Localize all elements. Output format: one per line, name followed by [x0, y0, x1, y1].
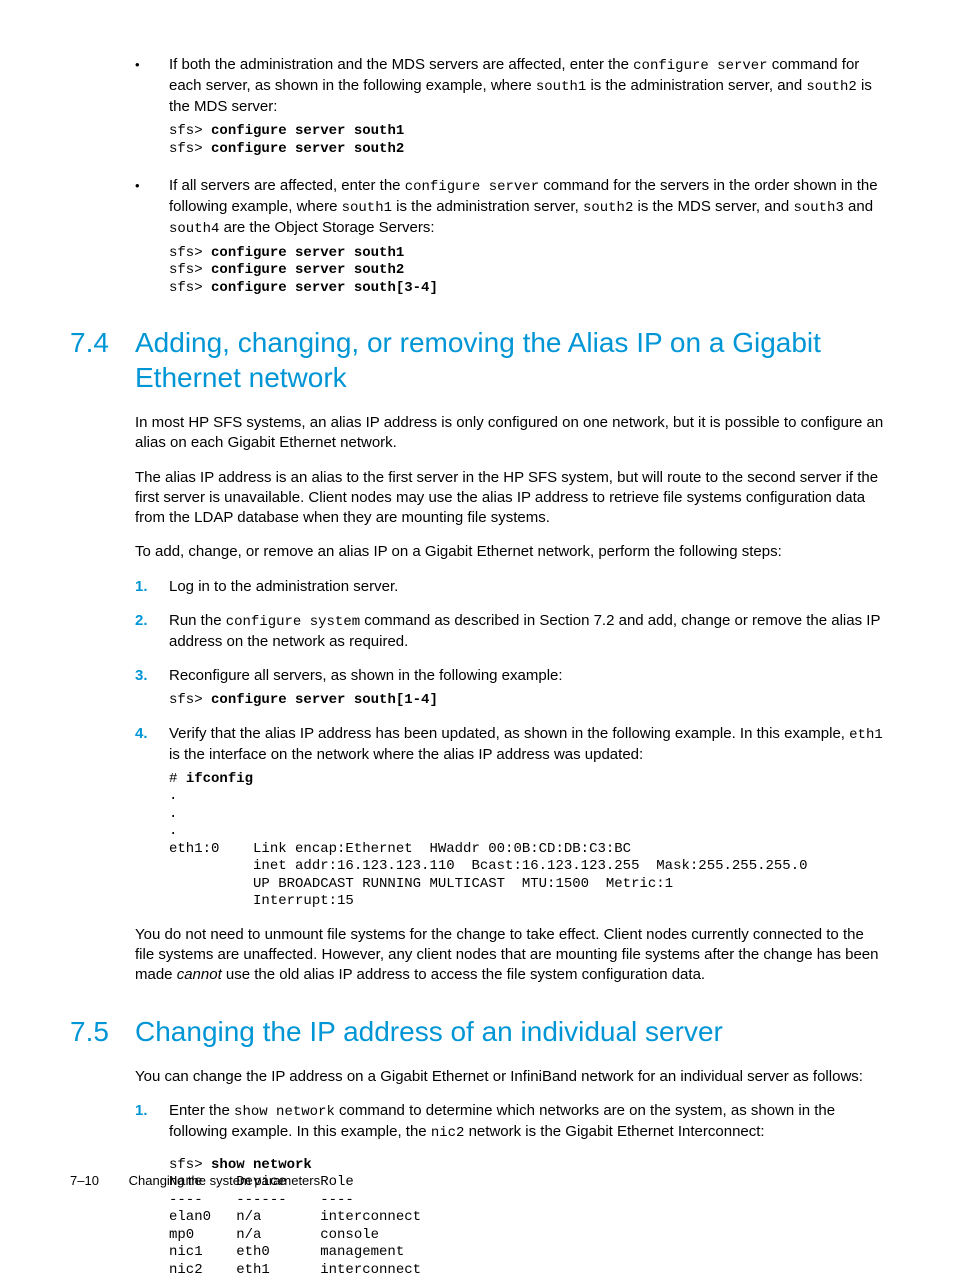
section-heading-7-5: 7.5 Changing the IP address of an indivi…	[70, 1014, 884, 1049]
inline-code: south3	[793, 200, 843, 216]
bullet-text: If all servers are affected, enter the c…	[169, 176, 884, 297]
section-heading-7-4: 7.4 Adding, changing, or removing the Al…	[70, 325, 884, 395]
inline-code: show network	[234, 1104, 335, 1120]
bullet-item: • If both the administration and the MDS…	[135, 55, 884, 158]
italic-text: cannot	[177, 966, 222, 983]
code-block: # ifconfig . . . eth1:0 Link encap:Ether…	[169, 771, 884, 911]
paragraph: The alias IP address is an alias to the …	[135, 468, 884, 529]
section-number: 7.5	[70, 1014, 135, 1049]
text: Reconfigure all servers, as shown in the…	[169, 667, 563, 684]
step-number: 4.	[135, 724, 169, 911]
prompt: #	[169, 771, 186, 787]
text: use the old alias IP address to access t…	[222, 966, 705, 983]
step-number: 2.	[135, 611, 169, 652]
step-number: 1.	[135, 577, 169, 597]
prompt: sfs>	[169, 141, 211, 157]
bullet-text: If both the administration and the MDS s…	[169, 55, 884, 158]
inline-code: configure system	[226, 614, 360, 630]
text: is the administration server, and	[586, 77, 806, 94]
command: configure server south1	[211, 245, 404, 261]
prompt: sfs>	[169, 280, 211, 296]
section-title: Changing the IP address of an individual…	[135, 1014, 884, 1049]
inline-code: south1	[342, 200, 392, 216]
output: . . . eth1:0 Link encap:Ethernet HWaddr …	[169, 788, 808, 909]
command: configure server south2	[211, 262, 404, 278]
page-footer: 7–10 Changing the system parameters	[70, 1172, 320, 1190]
step-text: Verify that the alias IP address has bee…	[169, 724, 884, 911]
inline-code: south2	[806, 79, 856, 95]
command: configure server south2	[211, 141, 404, 157]
text: is the interface on the network where th…	[169, 746, 643, 763]
inline-code: eth1	[849, 727, 883, 743]
bullet-item: • If all servers are affected, enter the…	[135, 176, 884, 297]
text: are the Object Storage Servers:	[219, 219, 434, 236]
step-1: 1. Log in to the administration server.	[135, 577, 884, 597]
inline-code: south4	[169, 221, 219, 237]
step-text: Log in to the administration server.	[169, 577, 884, 597]
step-text: Reconfigure all servers, as shown in the…	[169, 666, 884, 710]
section-number: 7.4	[70, 325, 135, 395]
section-title: Adding, changing, or removing the Alias …	[135, 325, 884, 395]
command: configure server south1	[211, 123, 404, 139]
paragraph: You do not need to unmount file systems …	[135, 925, 884, 986]
prompt: sfs>	[169, 692, 211, 708]
page: • If both the administration and the MDS…	[0, 0, 954, 1235]
footer-title: Changing the system parameters	[129, 1173, 320, 1188]
text: Enter the	[169, 1102, 234, 1119]
step-3: 3. Reconfigure all servers, as shown in …	[135, 666, 884, 710]
inline-code: south1	[536, 79, 586, 95]
command: show network	[211, 1157, 312, 1173]
text: and	[844, 198, 873, 215]
prompt: sfs>	[169, 1157, 211, 1173]
inline-code: nic2	[431, 1125, 465, 1141]
paragraph: You can change the IP address on a Gigab…	[135, 1067, 884, 1087]
command: ifconfig	[186, 771, 253, 787]
step-number: 3.	[135, 666, 169, 710]
inline-code: configure server	[633, 58, 767, 74]
bullet-marker: •	[135, 176, 169, 297]
step-2: 2. Run the configure system command as d…	[135, 611, 884, 652]
paragraph: In most HP SFS systems, an alias IP addr…	[135, 413, 884, 454]
code-block: sfs> configure server south1 sfs> config…	[169, 245, 884, 298]
text: Verify that the alias IP address has bee…	[169, 725, 849, 742]
text: If both the administration and the MDS s…	[169, 56, 633, 73]
paragraph: To add, change, or remove an alias IP on…	[135, 542, 884, 562]
command: configure server south[1-4]	[211, 692, 438, 708]
prompt: sfs>	[169, 262, 211, 278]
text: is the MDS server, and	[633, 198, 793, 215]
text: is the administration server,	[392, 198, 583, 215]
command: configure server south[3-4]	[211, 280, 438, 296]
prompt: sfs>	[169, 245, 211, 261]
inline-code: south2	[583, 200, 633, 216]
page-number: 7–10	[70, 1172, 125, 1190]
text: If all servers are affected, enter the	[169, 177, 405, 194]
inline-code: configure server	[405, 179, 539, 195]
text: network is the Gigabit Ethernet Intercon…	[464, 1123, 764, 1140]
step-text: Run the configure system command as desc…	[169, 611, 884, 652]
step-4: 4. Verify that the alias IP address has …	[135, 724, 884, 911]
text: Run the	[169, 612, 226, 629]
code-block: sfs> configure server south[1-4]	[169, 692, 884, 710]
code-block: sfs> configure server south1 sfs> config…	[169, 123, 884, 158]
bullet-marker: •	[135, 55, 169, 158]
prompt: sfs>	[169, 123, 211, 139]
